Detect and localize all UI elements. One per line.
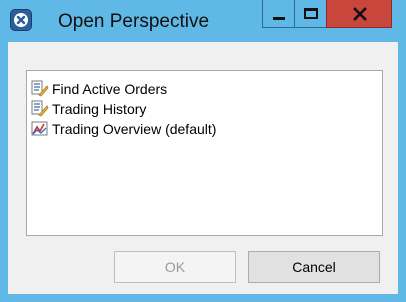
close-icon bbox=[353, 7, 367, 21]
window-title: Open Perspective bbox=[58, 11, 210, 32]
list-item-label: Trading History bbox=[52, 101, 147, 117]
chart-perspective-icon bbox=[31, 121, 48, 136]
list-item-label: Trading Overview (default) bbox=[52, 121, 217, 137]
minimize-icon bbox=[273, 17, 285, 20]
minimize-button[interactable] bbox=[262, 0, 294, 28]
dialog-window: Open Perspective Find Active Orders Trad… bbox=[0, 0, 406, 302]
app-icon[interactable] bbox=[10, 9, 32, 31]
ok-button[interactable]: OK bbox=[114, 251, 236, 283]
cancel-button[interactable]: Cancel bbox=[248, 251, 380, 283]
title-bar[interactable]: Open Perspective bbox=[0, 0, 406, 42]
list-item-trading-history[interactable]: Trading History bbox=[31, 99, 361, 119]
orders-perspective-icon bbox=[31, 100, 49, 117]
list-item-trading-overview[interactable]: Trading Overview (default) bbox=[31, 119, 361, 139]
close-button[interactable] bbox=[326, 0, 392, 28]
orders-perspective-icon bbox=[31, 80, 49, 97]
maximize-button[interactable] bbox=[294, 0, 326, 28]
dialog-client-area: Find Active Orders Trading History Tradi… bbox=[8, 42, 398, 294]
close-badge-glyph bbox=[14, 13, 28, 27]
maximize-icon bbox=[304, 8, 318, 19]
list-item-find-active-orders[interactable]: Find Active Orders bbox=[31, 79, 361, 99]
list-item-label: Find Active Orders bbox=[52, 81, 168, 97]
perspective-list[interactable]: Find Active Orders Trading History Tradi… bbox=[26, 70, 383, 236]
